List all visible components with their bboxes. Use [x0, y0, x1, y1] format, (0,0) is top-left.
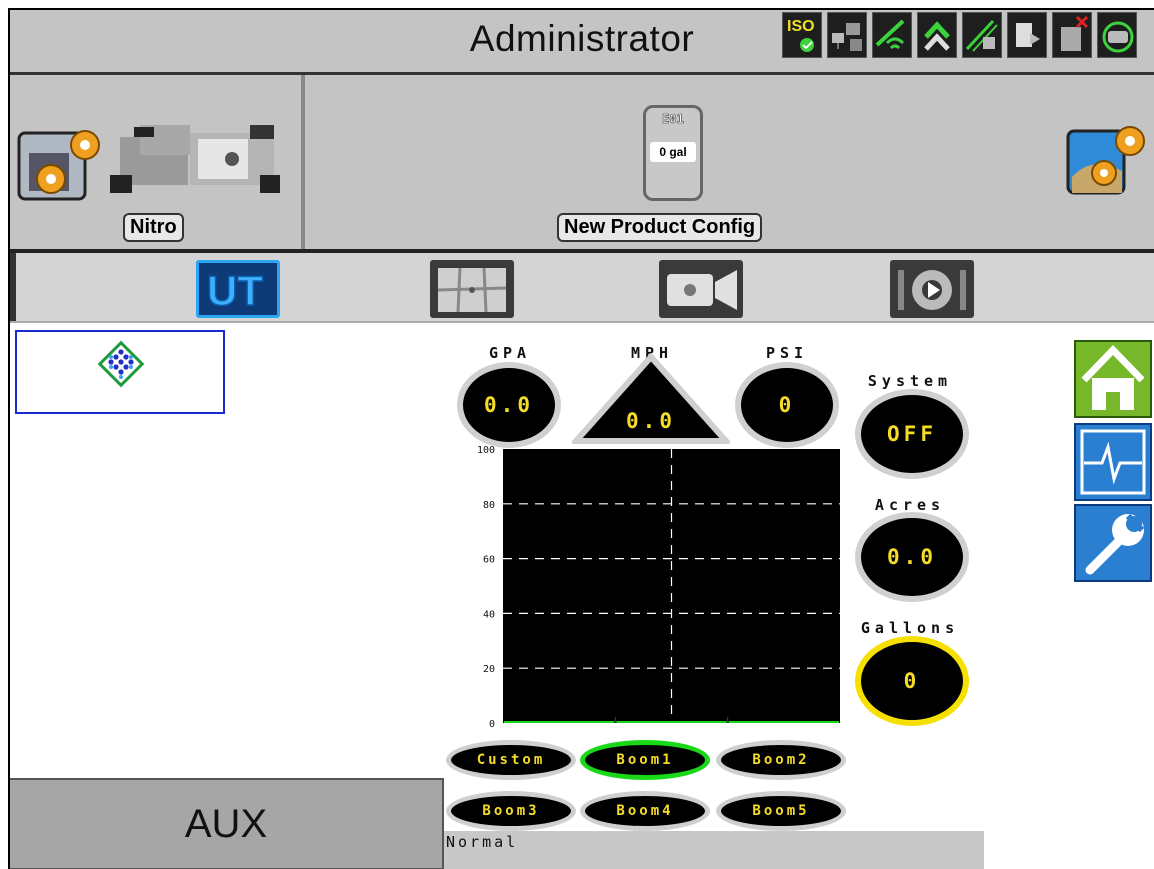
- tab-bar-edge: [10, 253, 16, 321]
- status-text: Normal: [446, 833, 519, 851]
- status-bar: Normal: [444, 831, 984, 869]
- boom-label: Boom1: [616, 752, 674, 768]
- boom-button-custom[interactable]: Custom: [446, 740, 576, 780]
- tab-map[interactable]: [430, 260, 514, 318]
- implement-icon[interactable]: [962, 12, 1002, 58]
- system-label: System: [867, 372, 953, 390]
- section-control-icon[interactable]: [917, 12, 957, 58]
- system-value: OFF: [887, 422, 937, 446]
- boom-label: Boom5: [752, 803, 810, 819]
- gallons-value: 0: [903, 669, 921, 693]
- chart-bar: [728, 721, 839, 723]
- gpa-label: GPA: [488, 344, 532, 362]
- product-config-icon[interactable]: [1064, 117, 1154, 199]
- boom-label: Boom2: [752, 752, 810, 768]
- boom-label: Boom3: [482, 803, 540, 819]
- boom-button-boom2[interactable]: Boom2: [716, 740, 846, 780]
- working-set-selector[interactable]: [15, 330, 225, 414]
- gpa-gauge[interactable]: 0.0: [457, 362, 561, 448]
- tank-id: E01: [662, 112, 684, 127]
- svg-text:ISO: ISO: [787, 18, 815, 35]
- chart-tick-label: 20: [483, 664, 495, 675]
- acres-gauge[interactable]: 0.0: [855, 512, 969, 602]
- psi-label: PSI: [765, 344, 809, 362]
- product-label[interactable]: New Product Config: [557, 213, 763, 242]
- ut-screen: Administrator ISO Nitro E01 0 gal New Pr…: [8, 8, 1154, 869]
- gallons-gauge[interactable]: 0: [855, 636, 969, 726]
- sprayer-vehicle-icon[interactable]: [110, 125, 282, 195]
- tank-volume: 0 gal: [650, 142, 696, 162]
- aux-label: AUX: [184, 802, 268, 846]
- iso-status-icon[interactable]: ISO: [782, 12, 822, 58]
- network-icon[interactable]: [827, 12, 867, 58]
- system-gauge[interactable]: OFF: [855, 389, 969, 479]
- chart-bar: [504, 721, 615, 723]
- working-set-logo-icon: [97, 340, 145, 388]
- wrench-icon: [1085, 513, 1145, 575]
- boom-button-boom3[interactable]: Boom3: [446, 791, 576, 831]
- svg-text:UT: UT: [207, 267, 263, 314]
- chart-tick-label: 100: [477, 445, 495, 456]
- chart-tick-label: 0: [489, 719, 495, 730]
- gallons-label: Gallons: [860, 619, 960, 637]
- tab-camera[interactable]: [659, 260, 743, 318]
- configuration-bar: Nitro E01 0 gal New Product Config: [10, 75, 1154, 253]
- chart-tick-label: 60: [483, 555, 495, 566]
- chart-tick-label: 40: [483, 609, 495, 620]
- divider: [301, 75, 305, 249]
- main-area: GPA MPH PSI System Acres Gallons 0.0 0.0…: [10, 323, 1154, 869]
- mph-value: 0.0: [626, 409, 676, 433]
- acres-value: 0.0: [887, 545, 937, 569]
- boom-button-boom4[interactable]: Boom4: [580, 791, 710, 831]
- tank-indicator[interactable]: E01 0 gal: [643, 105, 703, 201]
- tab-ut[interactable]: UT: [196, 260, 280, 318]
- psi-gauge[interactable]: 0: [735, 362, 839, 448]
- status-icon-tray: ISO: [782, 12, 1137, 62]
- diagnostics-button[interactable]: [1074, 423, 1152, 501]
- tab-settings[interactable]: [890, 260, 974, 318]
- gpa-value: 0.0: [484, 393, 534, 417]
- boom-label: Custom: [476, 752, 546, 768]
- tools-button[interactable]: [1074, 504, 1152, 582]
- controller-config-icon[interactable]: [15, 127, 105, 205]
- boom-button-boom5[interactable]: Boom5: [716, 791, 846, 831]
- serial-port-icon[interactable]: [1097, 12, 1137, 58]
- diagnostics-icon: [1080, 429, 1146, 495]
- flow-chart: 100 80 60 40 20 0: [477, 445, 840, 730]
- boom-label: Boom4: [616, 803, 674, 819]
- file-transfer-icon[interactable]: [1007, 12, 1047, 58]
- vehicle-label[interactable]: Nitro: [123, 213, 184, 242]
- tab-bar: UT: [10, 253, 1154, 323]
- chart-bar: [616, 721, 727, 723]
- aux-button[interactable]: AUX: [10, 778, 444, 869]
- gps-signal-icon[interactable]: [872, 12, 912, 58]
- home-icon: [1081, 344, 1145, 410]
- psi-value: 0: [778, 393, 796, 417]
- home-button[interactable]: [1074, 340, 1152, 418]
- auxiliary-disabled-icon[interactable]: [1052, 12, 1092, 58]
- boom-button-boom1[interactable]: Boom1: [580, 740, 710, 780]
- chart-tick-label: 80: [483, 500, 495, 511]
- mph-gauge[interactable]: 0.0: [572, 353, 730, 445]
- title-bar: Administrator ISO: [10, 10, 1154, 75]
